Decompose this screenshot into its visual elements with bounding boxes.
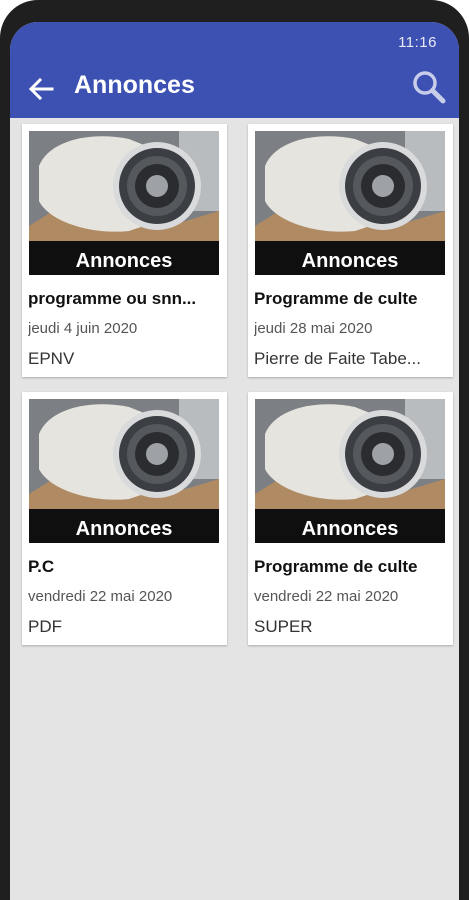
card-author: Pierre de Faite Tabe... (254, 349, 421, 368)
announcement-image: Annonces (255, 399, 445, 543)
announcement-card[interactable]: Annonces Programme de culte vendredi 22 … (248, 392, 453, 645)
card-date: vendredi 22 mai 2020 (254, 588, 399, 605)
image-caption: Annonces (76, 518, 173, 540)
card-title: P.C (28, 557, 55, 576)
announcement-card[interactable]: Annonces P.C vendredi 22 mai 2020 PDF (22, 392, 227, 645)
search-button[interactable] (409, 67, 449, 107)
image-caption: Annonces (76, 250, 173, 272)
announcement-image: Annonces (29, 399, 219, 543)
announcement-image: Annonces (255, 131, 445, 275)
announcement-image: Annonces (29, 131, 219, 275)
card-date: jeudi 4 juin 2020 (28, 320, 138, 337)
announcement-card[interactable]: Annonces programme ou snn... jeudi 4 jui… (22, 124, 227, 377)
search-icon (413, 71, 446, 104)
card-date: jeudi 28 mai 2020 (254, 320, 373, 337)
announcement-card[interactable]: Annonces Programme de culte jeudi 28 mai… (248, 124, 453, 377)
card-title: Programme de culte (254, 557, 418, 576)
status-time: 11:16 (398, 34, 437, 51)
card-title: Programme de culte (254, 289, 418, 308)
back-button[interactable] (24, 72, 58, 106)
image-caption: Annonces (302, 518, 399, 540)
card-date: vendredi 22 mai 2020 (28, 588, 173, 605)
app-bar: 11:16 Annonces (10, 22, 459, 118)
card-author: PDF (28, 617, 62, 636)
card-title: programme ou snn... (28, 289, 197, 308)
card-author: SUPER (254, 617, 313, 636)
phone-frame: 11:16 Annonces Annonces programme ou snn… (0, 0, 469, 900)
image-caption: Annonces (302, 250, 399, 272)
page-title: Annonces (74, 71, 195, 99)
card-author: EPNV (28, 349, 75, 368)
screen: 11:16 Annonces Annonces programme ou snn… (10, 22, 459, 900)
arrow-left-icon (28, 77, 54, 101)
